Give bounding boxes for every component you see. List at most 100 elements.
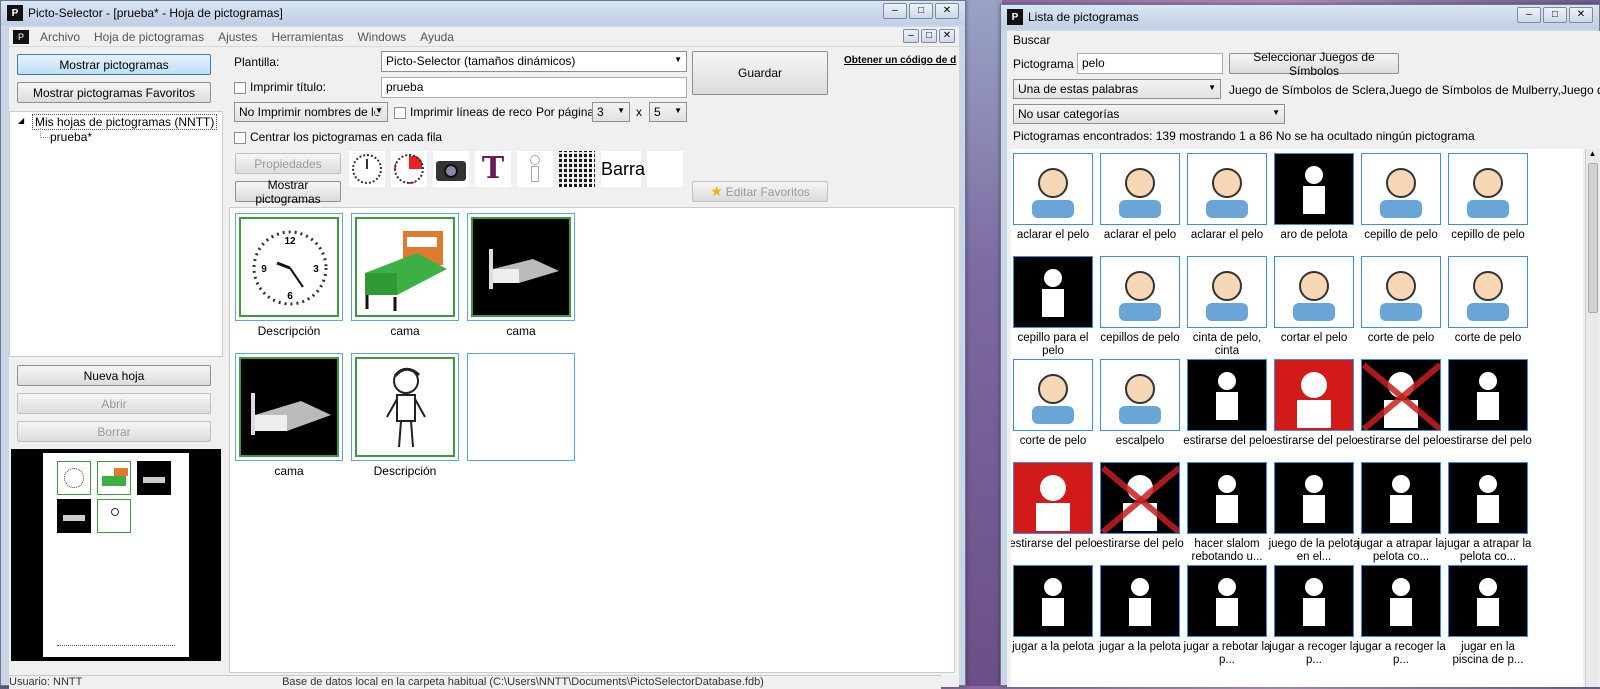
cell-border — [355, 217, 455, 317]
close-button[interactable]: ✕ — [1569, 7, 1593, 23]
result-picto[interactable] — [1361, 153, 1441, 225]
show-pictos-button-2[interactable]: Mostrar pictogramas — [235, 178, 341, 206]
rows-select[interactable]: 3 ▼ — [592, 102, 630, 122]
person-tool-icon[interactable] — [517, 151, 553, 187]
sheet-cell-bed-black-2[interactable] — [235, 353, 343, 461]
result-picto[interactable] — [1448, 462, 1528, 534]
show-favorites-button[interactable]: Mostrar pictogramas Favoritos — [17, 82, 211, 103]
sheet-cell-empty[interactable] — [467, 353, 575, 461]
sheet-cell-person[interactable] — [351, 353, 459, 461]
result-picto[interactable] — [1013, 256, 1093, 328]
show-pictos-button[interactable]: Mostrar pictogramas — [17, 54, 211, 75]
minimize-button[interactable]: – — [883, 3, 907, 19]
result-picto[interactable] — [1448, 565, 1528, 637]
clock-tool-icon[interactable] — [349, 151, 385, 187]
open-button[interactable]: Abrir — [17, 393, 211, 414]
tree-expand-icon[interactable]: ◢ — [18, 116, 24, 125]
svg-text:12: 12 — [284, 236, 296, 247]
result-picto[interactable] — [1187, 462, 1267, 534]
result-picto[interactable] — [1187, 256, 1267, 328]
result-label: escalpelo — [1115, 435, 1165, 447]
result-label: cepillo de pelo — [1364, 229, 1438, 241]
result-picto[interactable] — [1274, 256, 1354, 328]
menu-ajustes[interactable]: Ajustes — [211, 30, 264, 44]
delete-button[interactable]: Borrar — [17, 421, 211, 442]
mdi-minimize-button[interactable]: – — [903, 29, 919, 43]
new-sheet-button[interactable]: Nueva hoja — [17, 365, 211, 386]
menu-hoja[interactable]: Hoja de pictogramas — [87, 30, 211, 44]
center-label: Centrar los pictogramas en cada fila — [250, 130, 443, 144]
result-picto[interactable] — [1100, 153, 1180, 225]
result-picto[interactable] — [1448, 359, 1528, 431]
result-picto[interactable] — [1448, 256, 1528, 328]
template-select[interactable]: Picto-Selector (tamaños dinámicos) ▼ — [381, 51, 687, 72]
select-symbol-sets-button[interactable]: Seleccionar Juegos de Símbolos — [1229, 50, 1399, 78]
result-label: jugar a atrapar la pelota co... — [1444, 538, 1532, 563]
match-select[interactable]: Una de estas palabras ▼ — [1013, 79, 1221, 99]
mdi-close-button[interactable]: ✕ — [939, 29, 955, 43]
obtain-code-link[interactable]: Obtener un código de d — [844, 55, 959, 66]
result-picto[interactable] — [1187, 359, 1267, 431]
properties-button[interactable]: Propiedades — [235, 153, 341, 174]
result-picto[interactable] — [1187, 153, 1267, 225]
result-label: cepillo para el pelo — [1017, 332, 1089, 357]
edit-favorites-button[interactable]: ★ Editar Favoritos — [692, 181, 828, 202]
result-picto[interactable] — [1013, 565, 1093, 637]
result-picto[interactable] — [1448, 153, 1528, 225]
title-input[interactable]: prueba — [381, 77, 687, 98]
minimize-button[interactable]: – — [1517, 7, 1541, 23]
save-button[interactable]: Guardar — [692, 51, 828, 95]
tree-child-item[interactable]: prueba* — [50, 130, 92, 144]
result-picto[interactable] — [1100, 359, 1180, 431]
category-select[interactable]: No usar categorías ▼ — [1013, 104, 1285, 124]
star-icon: ★ — [710, 183, 723, 199]
picto-search-input[interactable]: pelo — [1077, 53, 1223, 74]
app-logo-icon: P — [1007, 9, 1023, 25]
result-picto[interactable] — [1361, 565, 1441, 637]
result-picto[interactable] — [1274, 153, 1354, 225]
result-picto[interactable] — [1013, 462, 1093, 534]
result-picto[interactable] — [1100, 462, 1180, 534]
result-picto[interactable] — [1013, 359, 1093, 431]
menu-ayuda[interactable]: Ayuda — [413, 30, 461, 44]
result-picto[interactable] — [1100, 565, 1180, 637]
close-button[interactable]: ✕ — [935, 3, 959, 19]
mdi-restore-button[interactable]: □ — [921, 29, 937, 43]
print-names-select[interactable]: No Imprimir nombres de lo ▼ — [234, 102, 388, 122]
print-lines-checkbox[interactable] — [394, 106, 406, 119]
blank-tool[interactable] — [647, 151, 683, 187]
sheet-cell-clock[interactable]: 12 3 6 9 — [235, 213, 343, 321]
timer-tool-icon[interactable] — [391, 151, 427, 187]
results-scrollbar[interactable]: ▲ — [1585, 149, 1599, 687]
result-picto[interactable] — [1274, 462, 1354, 534]
result-picto[interactable] — [1100, 256, 1180, 328]
sheet-cell-bed-black[interactable] — [467, 213, 575, 321]
cols-select[interactable]: 5 ▼ — [649, 102, 687, 122]
menu-windows[interactable]: Windows — [350, 30, 413, 44]
result-picto[interactable] — [1361, 359, 1441, 431]
center-checkbox[interactable] — [234, 131, 246, 144]
scroll-thumb[interactable] — [1588, 163, 1598, 313]
menu-herramientas[interactable]: Herramientas — [264, 30, 350, 44]
barcode-tool[interactable]: Barra — [601, 151, 645, 187]
left-window-controls: – □ ✕ — [883, 3, 959, 19]
qr-tool-icon[interactable] — [559, 151, 595, 187]
result-picto[interactable] — [1361, 462, 1441, 534]
scroll-up-icon[interactable]: ▲ — [1586, 149, 1599, 158]
sheet-cell-bed-color[interactable] — [351, 213, 459, 321]
result-picto[interactable] — [1274, 359, 1354, 431]
maximize-button[interactable]: □ — [909, 3, 933, 19]
result-picto[interactable] — [1187, 565, 1267, 637]
tree-root-item[interactable]: Mis hojas de pictogramas (NNTT) — [32, 114, 218, 130]
result-picto[interactable] — [1013, 153, 1093, 225]
right-client-area: Buscar Pictograma pelo Seleccionar Juego… — [1007, 31, 1600, 687]
result-picto[interactable] — [1274, 565, 1354, 637]
maximize-button[interactable]: □ — [1543, 7, 1567, 23]
cols-select-value: 5 — [654, 105, 661, 119]
camera-tool-icon[interactable] — [433, 151, 469, 187]
menu-archivo[interactable]: Archivo — [33, 30, 87, 44]
text-tool-icon[interactable]: T — [475, 151, 511, 187]
search-menu[interactable]: Buscar — [1013, 33, 1050, 47]
result-picto[interactable] — [1361, 256, 1441, 328]
print-title-checkbox[interactable] — [234, 81, 246, 94]
